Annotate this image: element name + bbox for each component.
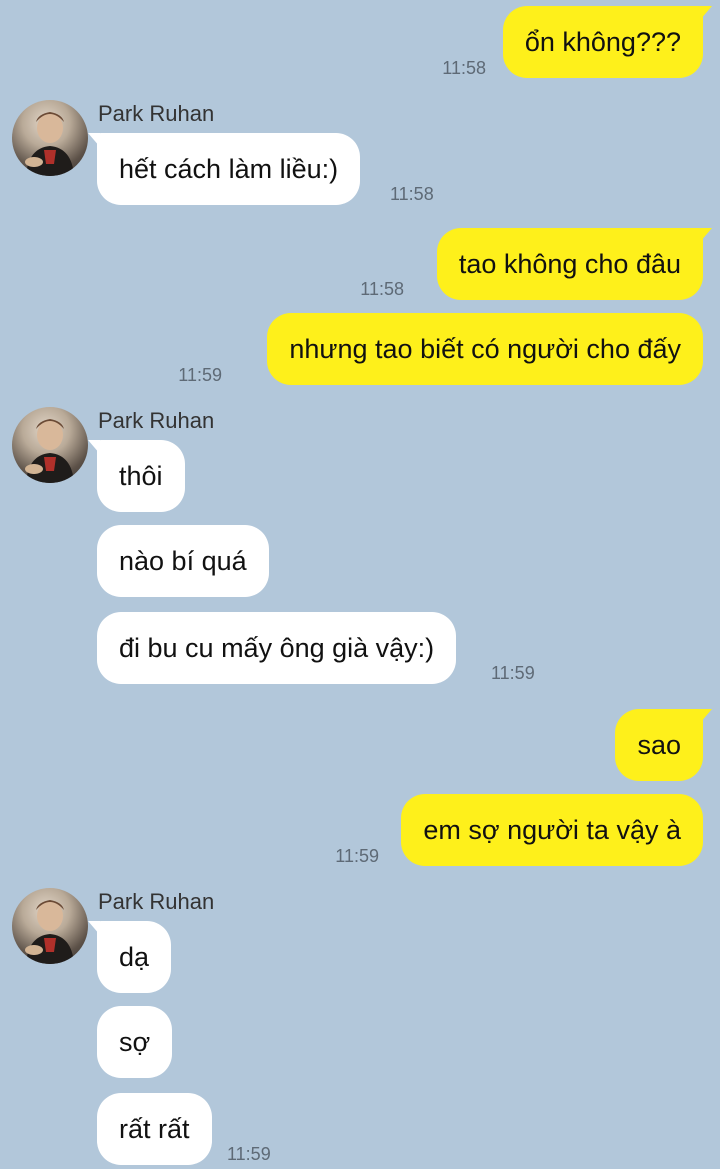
message-bubble-incoming[interactable]: nào bí quá [97, 525, 269, 597]
contact-avatar[interactable] [12, 100, 88, 176]
message-text: ổn không??? [524, 27, 681, 57]
contact-avatar[interactable] [12, 407, 88, 483]
person-icon [25, 900, 74, 964]
message-text: dạ [119, 942, 150, 972]
message-text: nhưng tao biết có người cho đấy [289, 334, 681, 364]
message-text: em sợ người ta vậy à [423, 815, 681, 845]
sender-name: Park Ruhan [98, 408, 215, 433]
message-bubble-outgoing[interactable]: em sợ người ta vậy à [401, 794, 703, 866]
message-bubble-incoming[interactable]: sợ [97, 1006, 173, 1078]
message-text: rất rất [119, 1114, 190, 1144]
message-timestamp: 11:58 [360, 279, 404, 299]
sender-name: Park Ruhan [98, 889, 215, 914]
message-timestamp: 11:59 [335, 846, 379, 866]
message-text: tao không cho đâu [458, 249, 681, 279]
person-icon [25, 419, 74, 483]
person-icon [25, 112, 74, 176]
message-bubble-outgoing[interactable]: tao không cho đâu [436, 228, 713, 300]
message-bubble-incoming[interactable]: rất rất [97, 1093, 212, 1165]
message-timestamp: 11:59 [178, 365, 222, 385]
message-timestamp: 11:58 [390, 184, 434, 204]
message-timestamp: 11:59 [491, 663, 535, 683]
message-text: sợ [119, 1027, 151, 1057]
message-timestamp: 11:58 [442, 58, 486, 78]
message-text: hết cách làm liều:) [119, 154, 339, 184]
message-bubble-outgoing[interactable]: sao [615, 709, 712, 781]
sender-name: Park Ruhan [98, 101, 215, 126]
message-text: nào bí quá [119, 546, 247, 576]
message-bubble-outgoing[interactable]: nhưng tao biết có người cho đấy [267, 313, 703, 385]
message-bubble-outgoing[interactable]: ổn không??? [502, 6, 713, 78]
message-timestamp: 11:59 [227, 1144, 271, 1164]
message-bubble-incoming[interactable]: hết cách làm liều:) [87, 133, 361, 205]
message-bubble-incoming[interactable]: dạ [87, 921, 172, 993]
message-text: sao [637, 730, 681, 760]
message-bubble-incoming[interactable]: thôi [88, 440, 185, 512]
message-text: thôi [119, 461, 163, 491]
contact-avatar[interactable] [12, 888, 88, 964]
message-text: đi bu cu mấy ông già vậy:) [119, 633, 435, 663]
message-bubble-incoming[interactable]: đi bu cu mấy ông già vậy:) [97, 612, 457, 684]
